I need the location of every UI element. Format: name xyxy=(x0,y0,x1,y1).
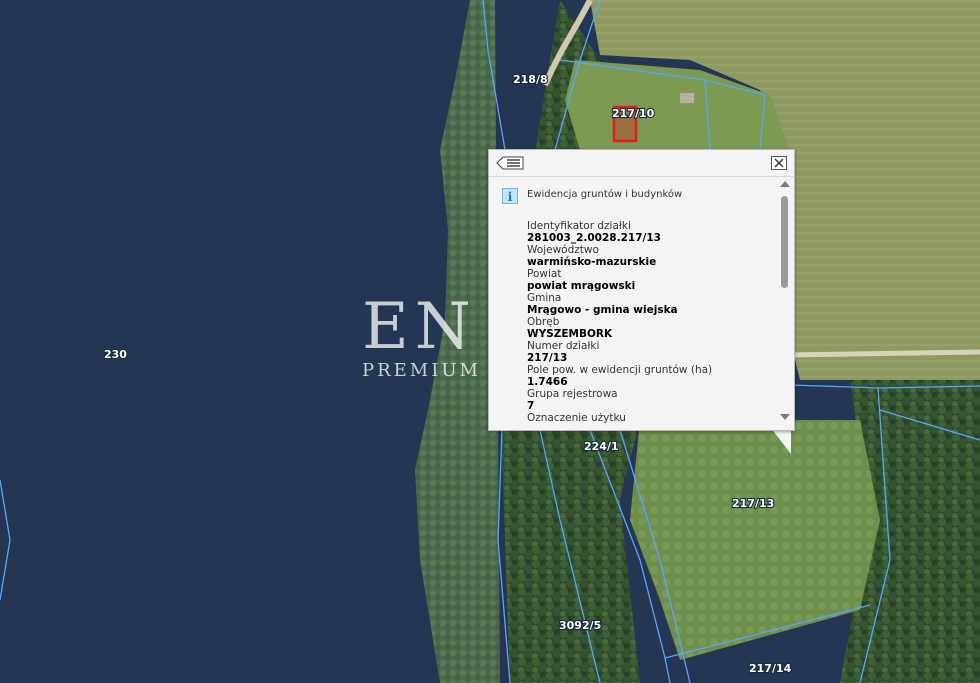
popup-content[interactable]: i Ewidencja gruntów i budynków Identyfik… xyxy=(489,177,777,429)
attribute-value: 7 xyxy=(527,400,535,412)
parcel-label: 218/8 xyxy=(513,73,548,86)
info-icon: i xyxy=(502,188,518,204)
attribute-name: Pole pow. w ewidencji gruntów (ha) xyxy=(527,364,713,376)
popup-scrollbar[interactable] xyxy=(778,177,792,429)
parcel-label: 217/14 xyxy=(749,662,792,675)
attribute-name: Powiat xyxy=(527,268,562,280)
attribute-value: 281003_2.0028.217/13 xyxy=(527,232,661,244)
attribute-name: Gmina xyxy=(527,292,562,304)
attribute-name: Identyfikator działki xyxy=(527,220,631,232)
scroll-thumb[interactable] xyxy=(781,196,788,288)
parcel-label: 230 xyxy=(104,348,127,361)
close-icon[interactable] xyxy=(771,155,787,170)
attribute-name: Oznaczenie użytku xyxy=(527,412,626,424)
attribute-value xyxy=(527,424,772,429)
list-back-icon[interactable] xyxy=(496,155,524,170)
parcel-label: 224/1 xyxy=(584,440,619,453)
scroll-down-arrow-icon[interactable] xyxy=(780,414,790,420)
attribute-value: powiat mrągowski xyxy=(527,280,636,292)
attribute-value: WYSZEMBORK xyxy=(527,328,613,340)
attribute-name: Obręb xyxy=(527,316,560,328)
attribute-name: Numer działki xyxy=(527,340,600,352)
identify-popup: i Ewidencja gruntów i budynków Identyfik… xyxy=(488,149,795,431)
attribute-name: Grupa rejestrowa xyxy=(527,388,618,400)
attribute-value: 217/13 xyxy=(527,352,568,364)
building xyxy=(680,93,694,103)
parcel-label: 217/13 xyxy=(732,497,774,510)
popup-header xyxy=(489,150,794,177)
attribute-name: Województwo xyxy=(527,244,599,256)
field-road xyxy=(789,349,980,358)
attribute-list: Identyfikator działki 281003_2.0028.217/… xyxy=(527,220,772,429)
parcel-label: 217/10 xyxy=(612,107,655,120)
layer-title: Ewidencja gruntów i budynków xyxy=(527,189,683,200)
scroll-up-arrow-icon[interactable] xyxy=(780,181,790,187)
attribute-value: Mrągowo - gmina wiejska xyxy=(527,304,678,316)
parcel-label: 3092/5 xyxy=(559,619,601,632)
attribute-value: 1.7466 xyxy=(527,376,568,388)
attribute-value: warmińsko-mazurskie xyxy=(527,256,657,268)
popup-pointer xyxy=(771,428,791,454)
